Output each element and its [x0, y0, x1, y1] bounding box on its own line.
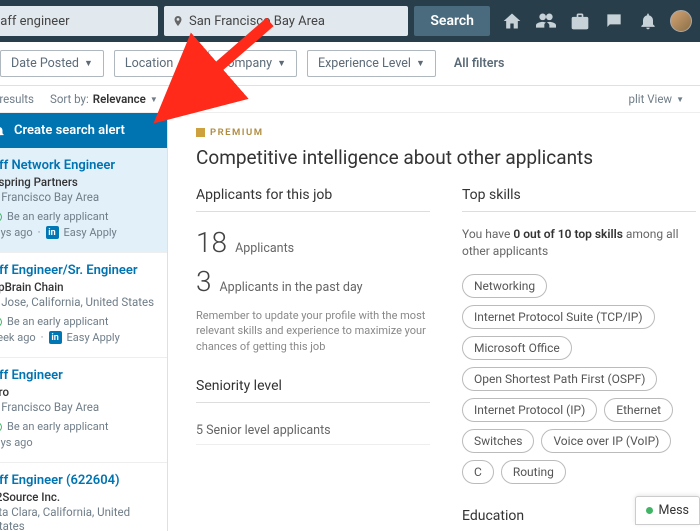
- early-applicant-label: Be an early applicant: [7, 210, 108, 223]
- job-location: n Francisco Bay Area: [0, 190, 159, 204]
- profile-avatar[interactable]: [670, 10, 692, 32]
- applicants-day-number: 3: [196, 265, 212, 298]
- job-card[interactable]: aff Network Engineer bspring Partners n …: [0, 148, 167, 253]
- location-pin-icon: [172, 15, 184, 27]
- filter-bar: Date Posted▼ Location▼ Company▼ Experien…: [0, 42, 700, 86]
- job-card[interactable]: aff Engineer/Sr. Engineer epBrain Chain …: [0, 253, 167, 358]
- skill-pill[interactable]: Open Shortest Path First (OSPF): [462, 367, 657, 391]
- profile-hint: Remember to update your profile with the…: [196, 308, 430, 354]
- filter-experience-level[interactable]: Experience Level▼: [307, 50, 436, 77]
- easy-apply-label: Easy Apply: [67, 331, 120, 344]
- notifications-icon[interactable]: [638, 11, 658, 31]
- job-posted-time: veek ago: [0, 331, 36, 344]
- network-icon[interactable]: [536, 11, 556, 31]
- job-company: gro: [0, 385, 159, 399]
- linkedin-icon: in: [46, 226, 59, 239]
- search-button[interactable]: Search: [414, 6, 490, 36]
- job-detail-panel: PREMIUM Competitive intelligence about o…: [168, 113, 700, 531]
- online-status-dot-icon: [646, 507, 653, 514]
- skill-pill[interactable]: Routing: [501, 460, 566, 484]
- job-title[interactable]: aff Engineer: [0, 368, 159, 383]
- results-count: 7 results: [0, 92, 34, 106]
- job-location: nta Clara, California, United States: [0, 505, 159, 531]
- applicants-heading: Applicants for this job: [196, 187, 430, 212]
- sort-by-dropdown[interactable]: Sort by: Relevance ▼: [50, 92, 158, 106]
- job-card[interactable]: aff Engineer (622604) t2Source Inc. nta …: [0, 463, 167, 531]
- results-subbar: 7 results Sort by: Relevance ▼ plit View…: [0, 86, 700, 113]
- top-skills-summary: You have 0 out of 10 top skills among al…: [462, 226, 696, 260]
- early-applicant-icon: [0, 422, 2, 432]
- early-applicant-icon: [0, 317, 2, 327]
- top-skills-heading: Top skills: [462, 187, 696, 212]
- applicants-total-number: 18: [196, 226, 227, 259]
- search-query-input[interactable]: taff engineer: [0, 6, 158, 36]
- filter-company[interactable]: Company▼: [208, 50, 297, 77]
- premium-heading: Competitive intelligence about other app…: [196, 146, 696, 169]
- skills-pill-group: Networking Internet Protocol Suite (TCP/I…: [462, 274, 696, 484]
- seniority-row: 5 Senior level applicants: [196, 417, 430, 445]
- skill-pill[interactable]: C: [462, 460, 494, 484]
- messaging-icon[interactable]: [604, 11, 624, 31]
- job-posted-time: lays ago: [0, 226, 33, 239]
- job-list-sidebar: Create search alert aff Network Engineer…: [0, 113, 168, 531]
- early-applicant-label: Be an early applicant: [7, 420, 108, 433]
- easy-apply-label: Easy Apply: [64, 226, 117, 239]
- job-company: t2Source Inc.: [0, 490, 159, 504]
- filter-date-posted[interactable]: Date Posted▼: [0, 50, 104, 77]
- skill-pill[interactable]: Networking: [462, 274, 547, 298]
- job-title[interactable]: aff Engineer (622604): [0, 473, 159, 488]
- job-title[interactable]: aff Network Engineer: [0, 158, 159, 173]
- job-location: n Francisco Bay Area: [0, 400, 159, 414]
- early-applicant-icon: [0, 212, 2, 222]
- skill-pill[interactable]: Voice over IP (VoIP): [541, 429, 671, 453]
- skill-pill[interactable]: Switches: [462, 429, 534, 453]
- create-search-alert-button[interactable]: Create search alert: [0, 113, 167, 148]
- linkedin-icon: in: [49, 331, 62, 344]
- split-view-toggle[interactable]: plit View▼: [629, 92, 684, 106]
- job-company: bspring Partners: [0, 175, 159, 189]
- early-applicant-label: Be an early applicant: [7, 315, 108, 328]
- job-location: n Jose, California, United States: [0, 295, 159, 309]
- job-posted-time: lays ago: [0, 436, 33, 449]
- premium-badge: PREMIUM: [196, 127, 696, 138]
- messaging-widget[interactable]: Mess: [635, 496, 700, 525]
- job-card[interactable]: aff Engineer gro n Francisco Bay Area Be …: [0, 358, 167, 463]
- jobs-icon[interactable]: [570, 11, 590, 31]
- job-company: epBrain Chain: [0, 280, 159, 294]
- home-icon[interactable]: [502, 11, 522, 31]
- top-navbar: taff engineer San Francisco Bay Area Sea…: [0, 0, 700, 42]
- skill-pill[interactable]: Internet Protocol Suite (TCP/IP): [462, 305, 655, 329]
- job-title[interactable]: aff Engineer/Sr. Engineer: [0, 263, 159, 278]
- skill-pill[interactable]: Internet Protocol (IP): [462, 398, 597, 422]
- search-location-input[interactable]: San Francisco Bay Area: [164, 6, 408, 36]
- bell-icon: [0, 124, 6, 138]
- skill-pill[interactable]: Ethernet: [604, 398, 673, 422]
- skill-pill[interactable]: Microsoft Office: [462, 336, 572, 360]
- filter-location[interactable]: Location▼: [114, 50, 198, 77]
- seniority-heading: Seniority level: [196, 378, 430, 403]
- nav-icons: [496, 11, 664, 31]
- all-filters-button[interactable]: All filters: [446, 56, 505, 71]
